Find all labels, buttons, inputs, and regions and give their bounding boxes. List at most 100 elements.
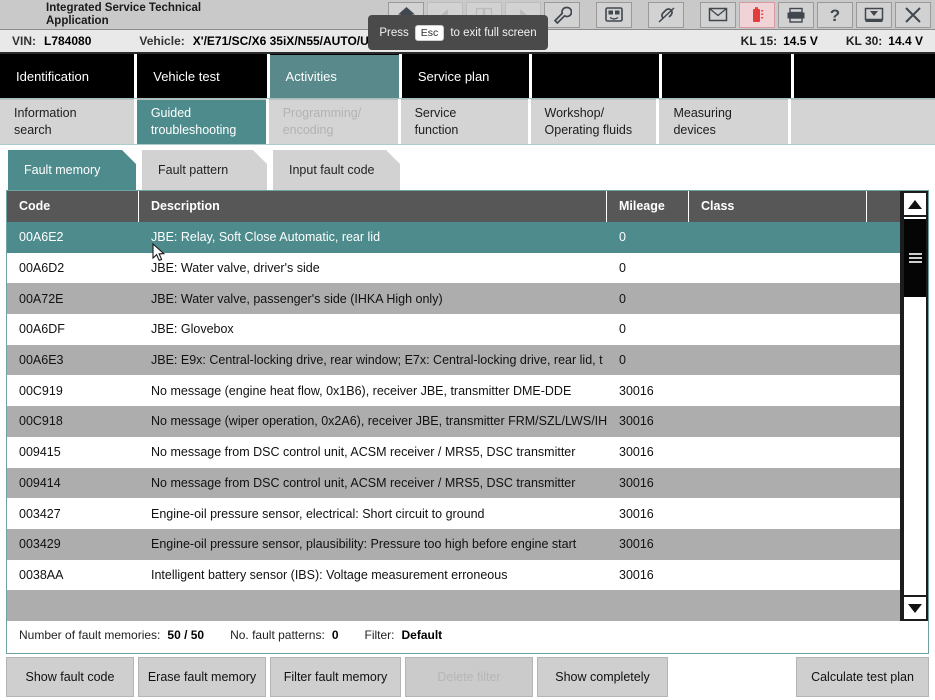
show-fault-code-button[interactable]: Show fault code — [6, 657, 134, 697]
subnav-measuring-devices[interactable]: Measuring devices — [659, 99, 789, 144]
table-row[interactable]: 00A6E2 JBE: Relay, Soft Close Automatic,… — [7, 221, 900, 253]
cell-mileage: 0 — [619, 291, 626, 306]
cell-mileage: 30016 — [619, 567, 654, 582]
table-row[interactable]: 00A6D2 JBE: Water valve, driver's side 0 — [7, 252, 900, 284]
wrench-icon[interactable] — [544, 1, 580, 28]
tab-fault-pattern[interactable]: Fault pattern — [142, 150, 267, 190]
tab-fault-memory[interactable]: Fault memory — [8, 150, 136, 190]
primary-navigation: Identification Vehicle test Activities S… — [0, 54, 935, 99]
table-row[interactable]: 0038AA Intelligent battery sensor (IBS):… — [7, 559, 900, 591]
nav-empty-3 — [793, 54, 935, 98]
calculate-test-plan-button[interactable]: Calculate test plan — [796, 657, 929, 697]
kl30-label: KL 30: — [845, 34, 883, 48]
voltage-group: KL 15: 14.5 V KL 30: 14.4 V — [741, 34, 935, 48]
table-row[interactable] — [7, 590, 900, 622]
column-header-mileage[interactable]: Mileage — [607, 191, 689, 222]
toolbar-separator-1 — [583, 2, 593, 28]
cell-description: Engine-oil pressure sensor, electrical: … — [151, 506, 485, 521]
printer-icon[interactable] — [778, 1, 814, 28]
table-row[interactable]: 00C919 No message (engine heat flow, 0x1… — [7, 375, 900, 407]
cell-description: No message (engine heat flow, 0x1B6), re… — [151, 383, 572, 398]
subnav-line2: Operating fluids — [544, 123, 633, 137]
column-header-pad — [867, 191, 900, 222]
table-row[interactable]: 00A6E3 JBE: E9x: Central-locking drive, … — [7, 344, 900, 376]
nav-service-plan[interactable]: Service plan — [401, 54, 530, 98]
subnav-service-function[interactable]: Service function — [400, 99, 528, 144]
subnav-line1: Information — [14, 106, 77, 120]
cell-mileage: 30016 — [619, 383, 654, 398]
table-row[interactable]: 00C918 No message (wiper operation, 0x2A… — [7, 406, 900, 437]
cell-code: 0038AA — [19, 567, 64, 582]
fault-memory-panel: Code Description Mileage Class 00A6E2 JB… — [6, 190, 929, 654]
status-bar: Number of fault memories: 50 / 50 No. fa… — [7, 621, 928, 649]
column-header-code[interactable]: Code — [7, 191, 139, 222]
action-button-bar: Show fault code Erase fault memory Filte… — [0, 654, 935, 700]
svg-text:?: ? — [830, 6, 840, 24]
fault-table: Code Description Mileage Class 00A6E2 JB… — [7, 191, 900, 622]
toast-prefix: Press — [379, 26, 409, 39]
help-icon[interactable]: ? — [817, 1, 853, 28]
vin-label: VIN: — [12, 34, 36, 48]
cell-mileage: 30016 — [619, 414, 654, 429]
chevron-up-icon — [908, 199, 922, 209]
cell-mileage: 0 — [619, 230, 626, 245]
minimize-icon[interactable] — [856, 1, 892, 28]
cell-mileage: 30016 — [619, 475, 654, 490]
toast-esc-key: Esc — [414, 24, 445, 41]
subnav-workshop-operating-fluids[interactable]: Workshop/ Operating fluids — [530, 99, 657, 144]
cell-code: 009414 — [19, 475, 61, 490]
nav-empty-2 — [661, 54, 791, 98]
subnav-line1: Programming/ — [282, 106, 362, 120]
cell-code: 009415 — [19, 445, 61, 460]
table-row[interactable]: 00A6DF JBE: Glovebox 0 — [7, 314, 900, 345]
scrollbar-thumb[interactable] — [904, 219, 926, 297]
erase-fault-memory-button[interactable]: Erase fault memory — [138, 657, 266, 697]
table-row[interactable]: 003427 Engine-oil pressure sensor, elect… — [7, 498, 900, 529]
nav-vehicle-test[interactable]: Vehicle test — [137, 54, 267, 98]
cell-code: 00A6D2 — [19, 260, 65, 275]
app-title-line1: Integrated Service Technical — [46, 1, 202, 14]
app-title: Integrated Service Technical Application — [0, 0, 300, 29]
cell-description: Engine-oil pressure sensor, plausibility… — [151, 537, 577, 552]
table-header-row: Code Description Mileage Class — [7, 191, 900, 222]
subnav-information-search[interactable]: Information search — [0, 99, 134, 144]
subnav-line2: devices — [673, 123, 716, 137]
mail-icon[interactable] — [700, 1, 736, 28]
cell-description: JBE: E9x: Central-locking drive, rear wi… — [151, 353, 603, 368]
fault-patterns-value: 0 — [331, 628, 339, 642]
fault-tab-strip: Fault memory Fault pattern Input fault c… — [0, 145, 935, 190]
battery-icon[interactable] — [739, 1, 775, 28]
vin-value: L784080 — [44, 34, 92, 48]
close-icon[interactable] — [895, 1, 931, 28]
scroll-down-button[interactable] — [902, 595, 928, 621]
cell-mileage: 30016 — [619, 506, 654, 521]
fault-count-label: Number of fault memories: — [19, 628, 161, 642]
nav-empty-1 — [532, 54, 659, 98]
connection-icon[interactable] — [596, 1, 632, 28]
link-icon[interactable] — [648, 1, 684, 28]
cell-code: 00A6DF — [19, 322, 65, 337]
subnav-guided-troubleshooting[interactable]: Guided troubleshooting — [136, 99, 266, 144]
nav-activities[interactable]: Activities — [269, 54, 399, 98]
kl15-value: 14.5 V — [783, 34, 818, 48]
table-row[interactable]: 009415 No message from DSC control unit,… — [7, 436, 900, 468]
subnav-line2: encoding — [282, 123, 334, 137]
table-row[interactable]: 003429 Engine-oil pressure sensor, plaus… — [7, 528, 900, 560]
scroll-up-button[interactable] — [902, 191, 928, 217]
tab-input-fault-code[interactable]: Input fault code — [273, 150, 400, 190]
filter-fault-memory-button[interactable]: Filter fault memory — [270, 657, 401, 697]
nav-identification[interactable]: Identification — [0, 54, 135, 98]
subnav-empty — [791, 99, 935, 144]
column-header-description[interactable]: Description — [139, 191, 607, 222]
table-vertical-scrollbar[interactable] — [900, 191, 928, 621]
show-completely-button[interactable]: Show completely — [537, 657, 668, 697]
cell-mileage: 0 — [619, 353, 626, 368]
secondary-navigation: Information search Guided troubleshootin… — [0, 99, 935, 145]
scrollbar-track[interactable] — [902, 217, 928, 595]
cell-mileage: 30016 — [619, 445, 654, 460]
table-row[interactable]: 009414 No message from DSC control unit,… — [7, 467, 900, 499]
table-row[interactable]: 00A72E JBE: Water valve, passenger's sid… — [7, 283, 900, 314]
cell-description: JBE: Glovebox — [151, 322, 234, 337]
column-header-class[interactable]: Class — [689, 191, 867, 222]
chevron-down-icon — [908, 603, 922, 613]
